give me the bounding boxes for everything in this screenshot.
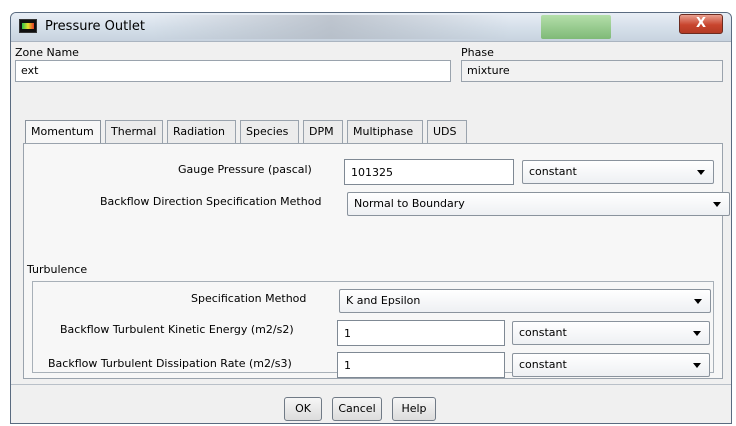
pressure-outlet-dialog: Pressure Outlet X Zone Name ext Phase mi… <box>10 12 732 424</box>
close-icon: X <box>695 16 707 31</box>
phase-field: mixture <box>461 60 723 82</box>
tab-species[interactable]: Species <box>240 120 299 144</box>
tke-label: Backflow Turbulent Kinetic Energy (m2/s2… <box>60 323 294 336</box>
backflow-direction-label: Backflow Direction Specification Method <box>100 195 322 208</box>
tab-radiation[interactable]: Radiation <box>167 120 236 144</box>
gauge-pressure-input[interactable]: 101325 <box>344 159 514 185</box>
select-value: constant <box>519 358 567 371</box>
select-value: K and Epsilon <box>346 294 421 307</box>
tab-label: DPM <box>309 125 334 138</box>
cancel-button[interactable]: Cancel <box>332 397 382 421</box>
tke-profile-select[interactable]: constant <box>512 321 710 345</box>
dialog-body: Zone Name ext Phase mixture Momentum The… <box>11 42 731 423</box>
tab-label: Multiphase <box>353 125 414 138</box>
tab-label: Momentum <box>31 125 94 138</box>
spec-method-label: Specification Method <box>191 292 307 305</box>
gauge-pressure-label: Gauge Pressure (pascal) <box>178 163 312 176</box>
dissipation-profile-select[interactable]: constant <box>512 353 710 377</box>
titlebar-glass-highlight <box>541 15 611 39</box>
ok-button[interactable]: OK <box>284 397 322 421</box>
tab-thermal[interactable]: Thermal <box>105 120 163 144</box>
gauge-pressure-profile-select[interactable]: constant <box>522 160 714 184</box>
tab-label: Radiation <box>173 125 225 138</box>
chevron-down-icon <box>693 363 701 368</box>
tab-uds[interactable]: UDS <box>427 120 467 144</box>
chevron-down-icon <box>713 202 721 207</box>
help-button[interactable]: Help <box>392 397 436 421</box>
zone-name-field[interactable]: ext <box>15 60 451 82</box>
tab-label: Thermal <box>111 125 157 138</box>
select-value: Normal to Boundary <box>354 197 465 210</box>
tab-label: UDS <box>433 125 457 138</box>
select-value: constant <box>519 326 567 339</box>
close-button[interactable]: X <box>679 14 723 34</box>
app-icon <box>19 19 37 33</box>
tke-input[interactable]: 1 <box>337 320 505 346</box>
tab-multiphase[interactable]: Multiphase <box>347 120 423 144</box>
phase-label: Phase <box>461 46 494 59</box>
turbulence-group-title: Turbulence <box>27 263 88 276</box>
window-title: Pressure Outlet <box>45 19 145 34</box>
tab-label: Species <box>246 125 289 138</box>
zone-name-label: Zone Name <box>15 46 79 59</box>
footer-separator <box>11 384 731 385</box>
title-bar[interactable]: Pressure Outlet X <box>11 13 731 42</box>
backflow-direction-select[interactable]: Normal to Boundary <box>347 192 730 216</box>
chevron-down-icon <box>697 170 705 175</box>
titlebar-glass <box>151 15 511 39</box>
dissipation-label: Backflow Turbulent Dissipation Rate (m2/… <box>48 357 292 370</box>
spec-method-select[interactable]: K and Epsilon <box>339 289 711 313</box>
chevron-down-icon <box>694 299 702 304</box>
tab-dpm[interactable]: DPM <box>303 120 343 144</box>
dissipation-input[interactable]: 1 <box>337 352 505 378</box>
momentum-panel: Gauge Pressure (pascal) 101325 constant … <box>23 143 730 379</box>
chevron-down-icon <box>693 331 701 336</box>
select-value: constant <box>529 165 577 178</box>
